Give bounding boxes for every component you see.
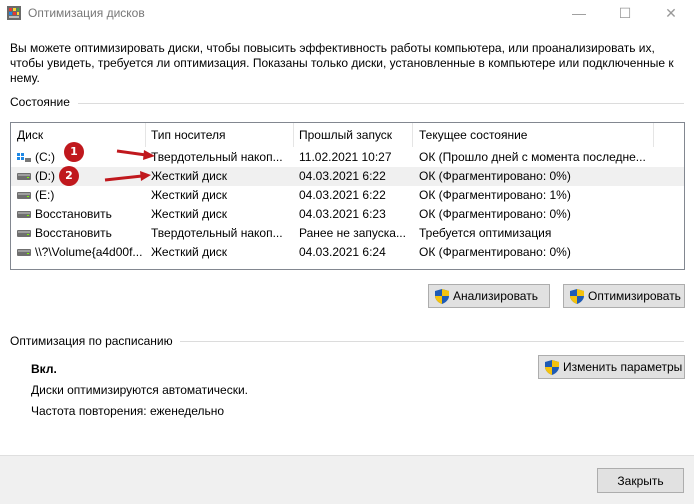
cell-status: ОК (Фрагментировано: 0%) [419, 245, 571, 259]
schedule-description: Диски оптимизируются автоматически. [31, 383, 249, 397]
uac-shield-icon [545, 360, 559, 375]
disk-optimizer-window: Оптимизация дисков — ☐ ✕ Вы можете оптим… [0, 0, 694, 504]
cell-last-run: 04.03.2021 6:22 [299, 169, 386, 183]
cell-status: ОК (Прошло дней с момента последне... [419, 150, 646, 164]
drive-row-recovery-2[interactable]: Восстановить Твердотельный накоп... Ране… [11, 224, 684, 243]
cell-last-run: 04.03.2021 6:24 [299, 245, 386, 259]
dialog-footer: Закрыть [0, 455, 694, 504]
cell-disk: (E:) [35, 188, 55, 202]
cell-last-run: 11.02.2021 10:27 [299, 150, 392, 164]
hard-drive-icon [17, 211, 31, 218]
hard-drive-icon [17, 230, 31, 237]
cell-last-run: 04.03.2021 6:22 [299, 188, 386, 202]
cell-status: ОК (Фрагментировано: 0%) [419, 207, 571, 221]
cell-disk: \\?\Volume{a4d00f... [35, 245, 143, 259]
column-header-last-run[interactable]: Прошлый запуск [293, 123, 413, 147]
close-window-button[interactable]: ✕ [648, 0, 694, 28]
optimize-button-label: Оптимизировать [588, 289, 681, 303]
description-text: Вы можете оптимизировать диски, чтобы по… [10, 41, 674, 85]
minimize-button[interactable]: — [556, 0, 602, 28]
cell-last-run: 04.03.2021 6:23 [299, 207, 386, 221]
drive-row-volume[interactable]: \\?\Volume{a4d00f... Жесткий диск 04.03.… [11, 243, 684, 262]
window-title: Оптимизация дисков [28, 6, 145, 20]
change-settings-label: Изменить параметры [563, 360, 683, 374]
cell-media: Жесткий диск [151, 245, 228, 259]
drive-row-c[interactable]: (C:) Твердотельный накоп... 11.02.2021 1… [11, 148, 684, 167]
change-settings-button[interactable]: Изменить параметры [538, 355, 685, 379]
annotation-arrow-2 [104, 171, 151, 182]
status-section-label: Состояние [10, 95, 70, 109]
annotation-badge-2: 2 [59, 166, 79, 186]
analyze-button-label: Анализировать [453, 289, 538, 303]
schedule-frequency: Частота повторения: еженедельно [31, 404, 225, 418]
list-header: Диск Тип носителя Прошлый запуск Текущее… [11, 123, 684, 147]
close-button[interactable]: Закрыть [597, 468, 684, 493]
cell-media: Жесткий диск [151, 188, 228, 202]
cell-status: ОК (Фрагментировано: 0%) [419, 169, 571, 183]
cell-media: Твердотельный накоп... [151, 150, 283, 164]
column-header-status[interactable]: Текущее состояние [413, 123, 653, 147]
cell-status: ОК (Фрагментировано: 1%) [419, 188, 571, 202]
cell-disk: Восстановить [35, 207, 112, 221]
cell-last-run: Ранее не запуска... [299, 226, 406, 240]
hard-drive-icon [17, 173, 31, 180]
windows-drive-icon [17, 153, 31, 162]
schedule-divider [180, 341, 684, 342]
column-header-media[interactable]: Тип носителя [145, 123, 293, 147]
schedule-state: Вкл. [31, 362, 57, 376]
cell-media: Жесткий диск [151, 169, 228, 183]
drive-list[interactable]: Диск Тип носителя Прошлый запуск Текущее… [10, 122, 685, 270]
cell-media: Жесткий диск [151, 207, 228, 221]
title-bar: Оптимизация дисков — ☐ ✕ [0, 0, 694, 28]
defrag-app-icon [7, 6, 21, 20]
schedule-section-label: Оптимизация по расписанию [10, 334, 173, 348]
status-divider [78, 103, 684, 104]
hard-drive-icon [17, 192, 31, 199]
drive-row-e[interactable]: (E:) Жесткий диск 04.03.2021 6:22 ОК (Фр… [11, 186, 684, 205]
hard-drive-icon [17, 249, 31, 256]
column-separator[interactable] [653, 123, 654, 147]
cell-media: Твердотельный накоп... [151, 226, 283, 240]
cell-status: Требуется оптимизация [419, 226, 552, 240]
analyze-button[interactable]: Анализировать [428, 284, 550, 308]
optimize-button[interactable]: Оптимизировать [563, 284, 685, 308]
maximize-button[interactable]: ☐ [602, 0, 648, 28]
annotation-badge-1: 1 [64, 142, 84, 162]
drive-row-recovery-1[interactable]: Восстановить Жесткий диск 04.03.2021 6:2… [11, 205, 684, 224]
annotation-arrow-1 [116, 149, 155, 160]
cell-disk: Восстановить [35, 226, 112, 240]
uac-shield-icon [435, 289, 449, 304]
uac-shield-icon [570, 289, 584, 304]
